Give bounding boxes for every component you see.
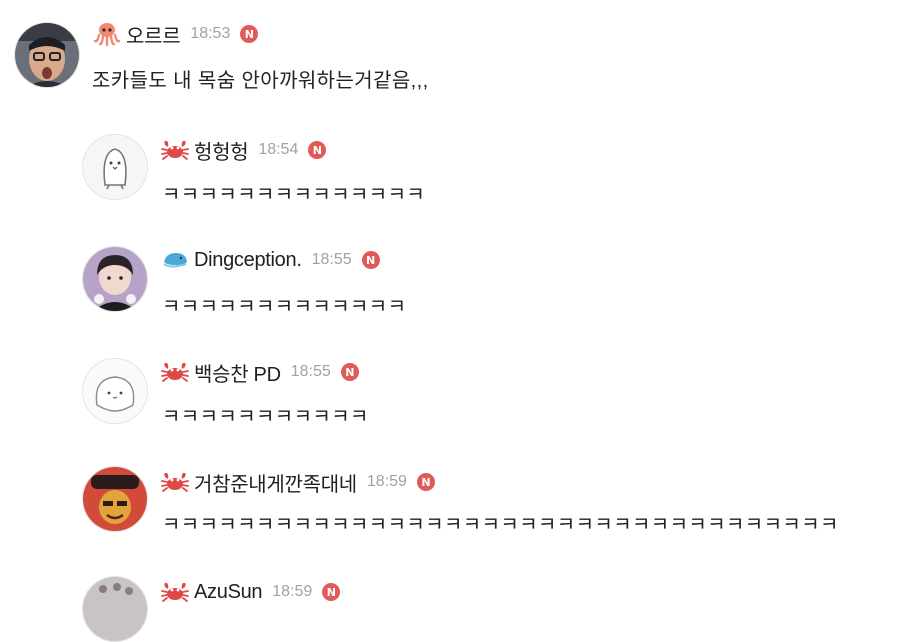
user-avatar[interactable]: [14, 22, 80, 88]
crab-icon: [160, 137, 190, 163]
comment-timestamp: 18:59: [366, 473, 407, 490]
comment-text: ㅋㅋㅋㅋㅋㅋㅋㅋㅋㅋㅋㅋㅋ: [162, 296, 407, 318]
comment-nickname[interactable]: 오르르: [126, 20, 181, 49]
new-badge: N: [416, 473, 435, 491]
comment-timestamp: 18:55: [290, 363, 331, 380]
user-avatar[interactable]: [82, 358, 148, 424]
comment-nickname[interactable]: 헝헝헝: [194, 136, 249, 165]
comment-timestamp: 18:53: [190, 25, 231, 42]
comment-nickname[interactable]: 거참준내게깐족대네: [194, 468, 357, 497]
comment-text: ㅋㅋㅋㅋㅋㅋㅋㅋㅋㅋㅋㅋㅋㅋㅋㅋㅋㅋㅋㅋㅋㅋㅋㅋㅋㅋㅋㅋㅋㅋㅋㅋㅋㅋㅋㅋ: [162, 514, 839, 536]
comment-timestamp: 18:55: [311, 251, 352, 268]
comment-text: ㅋㅋㅋㅋㅋㅋㅋㅋㅋㅋㅋ: [162, 406, 369, 428]
new-badge: N: [361, 251, 380, 269]
comment-nickname[interactable]: Dingception.: [194, 249, 302, 272]
crab-icon: [160, 469, 190, 495]
whale-icon: [160, 247, 190, 273]
comment-nickname[interactable]: AzuSun: [194, 581, 263, 604]
user-avatar[interactable]: [82, 576, 148, 642]
user-avatar[interactable]: [82, 466, 148, 532]
comment-nickname[interactable]: 백승찬 PD: [194, 358, 281, 387]
user-avatar[interactable]: [82, 246, 148, 312]
comment-timestamp: 18:59: [272, 583, 313, 600]
user-avatar[interactable]: [82, 134, 148, 200]
new-badge: N: [308, 141, 327, 159]
new-badge: N: [322, 583, 341, 601]
new-badge: N: [340, 363, 359, 381]
comment-text: 조카들도 내 목숨 안아까워하는거같음,,,: [92, 70, 429, 92]
octopus-icon: [92, 21, 122, 47]
new-badge: N: [240, 25, 259, 43]
comment-text: ㅋㅋㅋㅋㅋㅋㅋㅋㅋㅋㅋㅋㅋㅋ: [162, 184, 426, 206]
comment-timestamp: 18:54: [258, 141, 299, 158]
crab-icon: [160, 579, 190, 605]
crab-icon: [160, 359, 190, 385]
